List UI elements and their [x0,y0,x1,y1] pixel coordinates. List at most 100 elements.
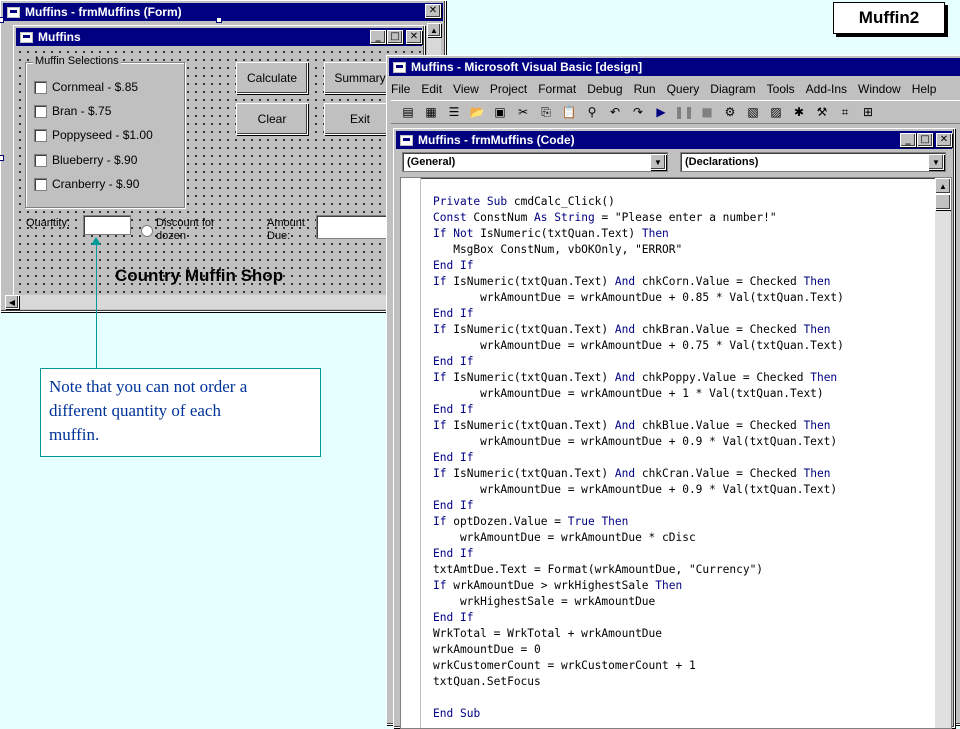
code-window-titlebar: Muffins - frmMuffins (Code) [396,131,952,149]
checkbox-poppyseed[interactable] [34,129,47,142]
code-line: wrkCustomerCount = wrkCustomerCount + 1 [433,659,696,672]
form-layout-icon[interactable]: ▨ [767,103,785,121]
code-window: Muffins - frmMuffins (Code) _ □ ✕ (Gener… [393,128,955,729]
selection-handle[interactable] [0,155,4,161]
start-icon[interactable]: ▶ [652,103,670,121]
close-icon[interactable]: ✕ [406,30,422,44]
project-explorer-icon[interactable]: ⚙ [721,103,739,121]
find-icon[interactable]: ⚲ [583,103,601,121]
code-editor[interactable]: Private Sub cmdCalc_Click() Const ConstNu… [400,177,952,729]
procedure-combo[interactable]: (Declarations) ▼ [680,152,946,172]
object-browser-icon[interactable]: ✱ [790,103,808,121]
component-manager-icon[interactable]: ⊞ [859,103,877,121]
menu-view[interactable]: View [453,82,479,96]
close-icon[interactable]: ✕ [425,4,441,18]
note-line: muffin. [49,425,100,444]
menu-file[interactable]: File [391,82,410,96]
menu-project[interactable]: Project [490,82,527,96]
data-view-icon[interactable]: ⌗ [836,103,854,121]
checkbox-bran[interactable] [34,105,47,118]
open-icon[interactable]: 📂 [468,103,486,121]
copy-icon[interactable]: ⎘ [537,103,555,121]
quantity-input[interactable] [83,215,131,235]
quantity-label: Quantity: [26,217,71,229]
menu-run[interactable]: Run [634,82,656,96]
end-icon[interactable]: ■ [698,103,716,121]
minimize-icon[interactable]: _ [370,30,386,44]
break-icon[interactable]: ❚❚ [674,103,694,121]
maximize-icon[interactable]: □ [387,30,403,44]
checkbox-label: Cranberry - $.90 [52,177,140,191]
selection-handle[interactable] [216,17,222,23]
note-line: Note that you can not order a [49,377,248,396]
scroll-left-icon[interactable]: ◀ [5,295,19,309]
undo-icon[interactable]: ↶ [606,103,624,121]
vb-ide-window: Muffins - Microsoft Visual Basic [design… [386,55,960,729]
checkbox-cornmeal[interactable] [34,81,47,94]
toolbox-icon[interactable]: ⚒ [813,103,831,121]
callout-connector [96,241,97,368]
code-line: wrkAmountDue = wrkAmountDue * cDisc [433,531,696,544]
vb-form-icon [7,6,20,18]
scroll-up-icon[interactable]: ▲ [935,178,951,194]
add-form-icon[interactable]: ▦ [422,103,440,121]
selection-handle[interactable] [0,17,4,23]
save-icon[interactable]: ▣ [491,103,509,121]
paste-icon[interactable]: 📋 [560,103,578,121]
menu-bar: File Edit View Project Format Debug Run … [391,80,947,98]
note-callout: Note that you can not order a different … [40,368,321,457]
code-vscroll[interactable]: ▲ [935,178,951,728]
scroll-thumb[interactable] [935,194,951,210]
menu-query[interactable]: Query [667,82,700,96]
menu-window[interactable]: Window [858,82,901,96]
code-line: wrkAmountDue = wrkAmountDue + 0.85 * Val… [433,291,844,304]
checkbox-label: Blueberry - $.90 [52,153,138,167]
code-line: MsgBox ConstNum, vbOKOnly, "ERROR" [433,243,683,256]
muffins-form-titlebar: Muffins [16,28,422,46]
chevron-down-icon[interactable]: ▼ [650,154,666,170]
menu-tools[interactable]: Tools [767,82,795,96]
checkbox-blueberry[interactable] [34,154,47,167]
frame-label: Muffin Selections [33,55,121,67]
code-line: End If [433,611,474,624]
margin-indicator-bar [401,178,421,728]
menu-edit[interactable]: Edit [421,82,442,96]
code-line: If Not IsNumeric(txtQuan.Text) Then [433,227,669,240]
code-line: If wrkAmountDue > wrkHighestSale Then [433,579,683,592]
close-icon[interactable]: ✕ [936,133,952,147]
calculate-button[interactable]: Calculate [236,62,308,94]
properties-window-icon[interactable]: ▧ [744,103,762,121]
code-line: End If [433,451,474,464]
code-line: txtAmtDue.Text = Format(wrkAmountDue, "C… [433,563,764,576]
menu-add-ins[interactable]: Add-Ins [806,82,847,96]
chevron-down-icon[interactable]: ▼ [928,154,944,170]
form-designer-hscroll[interactable]: ◀ [5,295,441,309]
slide-badge: Muffin2 [833,2,945,34]
scroll-up-icon[interactable]: ▲ [427,23,441,37]
redo-icon[interactable]: ↷ [629,103,647,121]
code-lines: Private Sub cmdCalc_Click() Const ConstNu… [433,194,844,722]
code-line: wrkHighestSale = wrkAmountDue [433,595,656,608]
code-line: txtQuan.SetFocus [433,675,541,688]
vb-ide-titlebar: Muffins - Microsoft Visual Basic [design… [389,58,960,76]
menu-debug[interactable]: Debug [587,82,622,96]
note-line: different quantity of each [49,401,221,420]
menu-diagram[interactable]: Diagram [710,82,755,96]
code-line: If IsNumeric(txtQuan.Text) And chkBlue.V… [433,419,831,432]
menu-help[interactable]: Help [912,82,937,96]
add-project-icon[interactable]: ▤ [399,103,417,121]
muffins-form: Muffins _ □ ✕ Muffin Selections Cornmeal… [13,25,425,297]
code-line: If IsNumeric(txtQuan.Text) And chkBran.V… [433,323,831,336]
code-line: Private Sub cmdCalc_Click() [433,195,615,208]
minimize-icon[interactable]: _ [900,133,916,147]
maximize-icon[interactable]: □ [917,133,933,147]
checkbox-cranberry[interactable] [34,178,47,191]
form-designer-window: Muffins - frmMuffins (Form) ✕ Muffins _ … [0,0,446,312]
cut-icon[interactable]: ✂ [514,103,532,121]
menu-format[interactable]: Format [538,82,576,96]
clear-button[interactable]: Clear [236,103,308,135]
discount-option-radio[interactable] [141,225,153,237]
menu-editor-icon[interactable]: ☰ [445,103,463,121]
object-combo[interactable]: (General) ▼ [402,152,668,172]
